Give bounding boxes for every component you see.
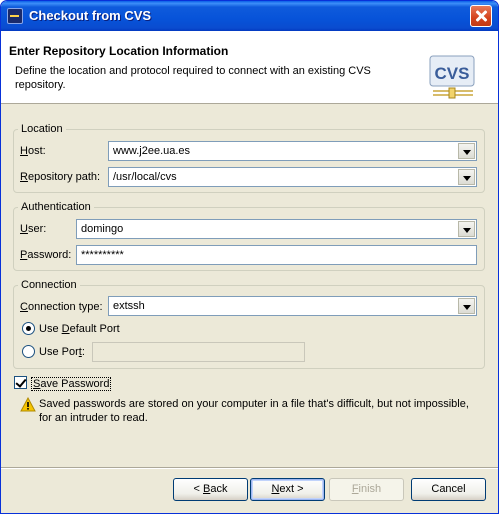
footer-separator <box>1 467 498 469</box>
host-label-rest: ost: <box>27 145 46 157</box>
host-label: Host: <box>20 145 46 157</box>
connection-legend: Connection <box>21 279 77 291</box>
path-label-mnemonic: R <box>20 171 28 183</box>
default-port-rest: efault Port <box>69 323 120 335</box>
warning-icon <box>20 397 36 412</box>
eclipse-icon <box>7 8 23 24</box>
connection-type-value: extssh <box>113 300 145 312</box>
chevron-down-icon[interactable] <box>458 143 475 159</box>
connection-type-label: Connection type: <box>20 301 103 313</box>
finish-button: Finish <box>329 478 404 501</box>
back-pre: < <box>193 483 203 495</box>
use-default-port-radio[interactable] <box>22 322 35 335</box>
next-button[interactable]: Next > <box>250 478 325 501</box>
connection-type-mnemonic: C <box>20 301 28 313</box>
port-field <box>92 342 305 362</box>
cancel-button[interactable]: Cancel <box>411 478 486 501</box>
authentication-legend: Authentication <box>21 201 91 213</box>
location-legend: Location <box>21 123 63 135</box>
default-port-mnemonic: D <box>61 323 70 335</box>
use-port-radio[interactable] <box>22 345 35 358</box>
cvs-logo: CVS <box>429 55 475 99</box>
cvs-logo-text: CVS <box>435 64 470 83</box>
back-rest: ack <box>210 483 228 495</box>
save-password-label[interactable]: Save Password <box>31 377 112 391</box>
user-combo[interactable]: domingo <box>76 219 477 239</box>
use-port-pre: Use Por <box>39 346 79 358</box>
save-password-checkbox[interactable] <box>14 376 27 389</box>
use-default-port-label[interactable]: Use Default Port <box>39 323 120 335</box>
next-rest: ext > <box>279 483 304 495</box>
banner-title: Enter Repository Location Information <box>9 44 229 58</box>
use-port-label[interactable]: Use Port: <box>39 346 85 358</box>
title-bar[interactable]: Checkout from CVS <box>1 1 498 31</box>
close-button[interactable] <box>470 5 492 27</box>
repository-path-label: Repository path: <box>20 171 100 183</box>
finish-rest: inish <box>358 483 382 495</box>
host-combo[interactable]: www.j2ee.ua.es <box>108 141 477 161</box>
user-label-mnemonic: U <box>20 223 28 235</box>
finish-mnemonic: F <box>351 483 359 495</box>
default-port-pre: Use <box>39 323 62 335</box>
user-label: User: <box>20 223 46 235</box>
password-value: ********** <box>81 249 124 261</box>
back-button[interactable]: < Back <box>173 478 248 501</box>
connection-type-rest: onnection type: <box>27 301 103 313</box>
chevron-down-icon[interactable] <box>458 169 475 185</box>
save-password-rest: ave Password <box>40 378 110 390</box>
save-password-warning: Saved passwords are stored on your compu… <box>39 398 469 424</box>
wizard-banner: Enter Repository Location Information De… <box>1 31 498 104</box>
host-value: www.j2ee.ua.es <box>113 145 191 157</box>
password-label: Password: <box>20 249 71 261</box>
banner-description: Define the location and protocol require… <box>15 65 371 91</box>
host-label-mnemonic: H <box>20 145 28 157</box>
repository-path-value: /usr/local/cvs <box>113 171 177 183</box>
connection-type-combo[interactable]: extssh <box>108 296 477 316</box>
password-field[interactable]: ********** <box>76 245 477 265</box>
checkout-dialog: Checkout from CVS Enter Repository Locat… <box>0 0 499 514</box>
repository-path-combo[interactable]: /usr/local/cvs <box>108 167 477 187</box>
user-label-rest: ser: <box>27 223 47 235</box>
path-label-rest: epository path: <box>27 171 101 183</box>
password-label-rest: assword: <box>27 249 72 261</box>
chevron-down-icon[interactable] <box>458 221 475 237</box>
window-title: Checkout from CVS <box>29 8 152 23</box>
user-value: domingo <box>81 223 124 235</box>
cancel-label: Cancel <box>431 483 466 495</box>
chevron-down-icon[interactable] <box>458 298 475 314</box>
use-port-rest: : <box>81 346 85 358</box>
